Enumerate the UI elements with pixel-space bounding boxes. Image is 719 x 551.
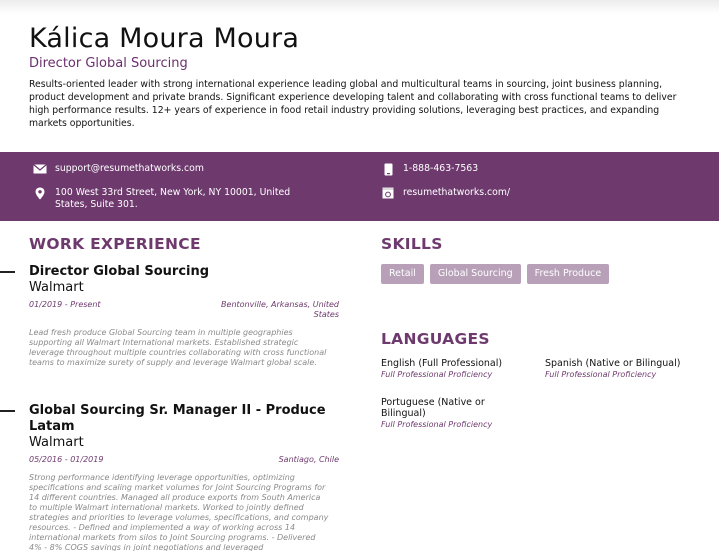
phone-icon <box>381 163 395 175</box>
skill-chip: Retail <box>381 264 424 284</box>
job-dates: 05/2016 - 01/2019 <box>29 455 104 464</box>
skill-chip: Global Sourcing <box>429 264 521 284</box>
job-marker <box>0 410 15 412</box>
job-company: Walmart <box>29 280 84 295</box>
job-entry: Global Sourcing Sr. Manager II - Produce… <box>0 403 339 551</box>
language-item: Spanish (Native or Bilingual) Full Profe… <box>545 358 695 380</box>
candidate-name: Kálica Moura Moura <box>29 23 300 54</box>
contact-bar: support@resumethatworks.com 100 West 33r… <box>0 152 719 221</box>
job-company: Walmart <box>29 435 84 450</box>
candidate-title: Director Global Sourcing <box>29 56 188 71</box>
job-location: Santiago, Chile <box>278 455 339 464</box>
phone-text: 1-888-463-7563 <box>403 163 479 174</box>
language-name: Portuguese (Native or Bilingual) <box>381 397 485 419</box>
work-experience-heading: WORK EXPERIENCE <box>29 235 201 253</box>
contact-phone[interactable]: 1-888-463-7563 <box>381 163 478 175</box>
languages-heading: LANGUAGES <box>381 330 490 348</box>
web-icon <box>381 187 395 199</box>
language-name: Spanish (Native or Bilingual) <box>545 358 681 369</box>
email-text: support@resumethatworks.com <box>55 163 204 174</box>
job-meta: 05/2016 - 01/2019 Santiago, Chile <box>29 455 339 465</box>
language-level: Full Professional Proficiency <box>381 370 493 379</box>
page-top-shadow <box>0 0 719 14</box>
skills-list: Retail Global Sourcing Fresh Produce <box>381 264 610 284</box>
language-item: Portuguese (Native or Bilingual) Full Pr… <box>381 397 511 430</box>
language-name: English (Full Professional) <box>381 358 503 369</box>
job-title: Director Global Sourcing <box>29 264 210 279</box>
contact-address: 100 West 33rd Street, New York, NY 10001… <box>33 187 323 211</box>
job-title: Global Sourcing Sr. Manager II - Produce… <box>29 403 326 434</box>
job-description: Strong performance identifying leverage … <box>29 473 329 551</box>
contact-email[interactable]: support@resumethatworks.com <box>33 163 204 175</box>
location-pin-icon <box>33 187 47 199</box>
address-text: 100 West 33rd Street, New York, NY 10001… <box>55 187 291 210</box>
job-meta: 01/2019 - Present Bentonville, Arkansas,… <box>29 300 339 320</box>
envelope-icon <box>33 163 47 175</box>
language-item: English (Full Professional) Full Profess… <box>381 358 531 380</box>
resume-header: Kálica Moura Moura Director Global Sourc… <box>29 22 694 130</box>
job-description: Lead fresh produce Global Sourcing team … <box>29 328 327 367</box>
skills-heading: SKILLS <box>381 235 443 253</box>
summary-paragraph: Results-oriented leader with strong inte… <box>29 79 677 129</box>
job-dates: 01/2019 - Present <box>29 300 101 309</box>
job-entry: Director Global Sourcing Walmart 01/2019… <box>0 264 339 368</box>
job-location: Bentonville, Arkansas, United States <box>221 300 339 319</box>
skill-chip: Fresh Produce <box>526 264 610 284</box>
contact-website[interactable]: resumethatworks.com/ <box>381 187 510 199</box>
language-level: Full Professional Proficiency <box>545 370 657 379</box>
job-marker <box>0 271 15 273</box>
website-text: resumethatworks.com/ <box>403 187 511 198</box>
language-level: Full Professional Proficiency <box>381 420 493 429</box>
